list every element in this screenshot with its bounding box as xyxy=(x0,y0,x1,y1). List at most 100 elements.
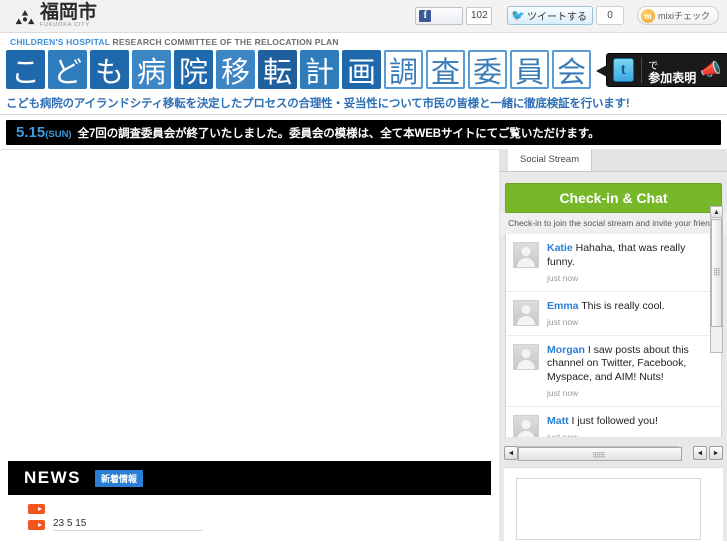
scroll-left-arrow-icon-2[interactable]: ◄ xyxy=(693,446,707,460)
chat-timestamp: just now xyxy=(547,388,579,399)
chat-message-line: Matt I just followed you! xyxy=(547,415,713,429)
panel-spacer xyxy=(500,172,727,183)
chat-message-body: Emma This is really cool. just now xyxy=(547,300,713,327)
title-char-0: こ xyxy=(6,50,45,89)
content-stage-placeholder xyxy=(0,150,499,457)
megaphone-icon: 📣 xyxy=(699,59,722,79)
chat-timestamp: just now xyxy=(547,272,579,283)
city-name-kanji: 福岡市 xyxy=(40,2,98,24)
chat-username[interactable]: Emma xyxy=(547,300,579,312)
chat-username[interactable]: Morgan xyxy=(547,344,585,356)
tab-social-stream[interactable]: Social Stream xyxy=(508,149,593,171)
title-char-8: 画 xyxy=(342,50,381,89)
chat-message: Katie Hahaha, that was really funny. just… xyxy=(506,234,721,292)
twitter-share-widget: 🐦 ツイートする 0 xyxy=(507,6,624,25)
title-char-5: 移 xyxy=(216,50,255,89)
mixi-check-label: mixiチェック xyxy=(658,11,710,21)
orange-arrow-icon xyxy=(28,504,45,514)
banner-line2-main: 参加表明 xyxy=(648,71,697,86)
mixi-check-button[interactable]: m mixiチェック xyxy=(637,6,719,25)
twitter-tweet-button[interactable]: 🐦 ツイートする xyxy=(507,6,593,25)
site-subtitle: CHILDREN'S HOSPITAL RESEARCH COMMITTEE O… xyxy=(0,33,727,48)
chat-message-line: Emma This is really cool. xyxy=(547,300,713,314)
subtitle-highlight: CHILDREN'S HOSPITAL xyxy=(10,37,110,47)
panel-horizontal-scrollbar[interactable]: ◄ ◄ ► xyxy=(504,445,723,461)
user-avatar-icon xyxy=(513,299,539,326)
chat-message-list[interactable]: Katie Hahaha, that was really funny. just… xyxy=(505,234,722,437)
chat-message: Morgan I saw posts about this channel on… xyxy=(506,336,721,408)
subtitle-rest: RESEARCH COMMITTEE OF THE RELOCATION PLA… xyxy=(112,37,339,47)
chat-timestamp: just now xyxy=(547,316,579,327)
news-title: NEWS xyxy=(24,468,81,487)
checkin-subtitle: Check-in to join the social stream and i… xyxy=(500,213,727,234)
page-body: NEWS 新着情報 23 5 15 Social Stream Check-in… xyxy=(0,149,727,541)
notice-date-number: 5.15 xyxy=(16,124,46,141)
facebook-like-button[interactable]: f xyxy=(415,6,464,25)
facebook-like-widget[interactable]: f 102 xyxy=(415,6,493,25)
social-stream-tabs: Social Stream xyxy=(500,149,727,172)
chat-message-body: Katie Hahaha, that was really funny. just… xyxy=(547,242,713,283)
title-char-12: 員 xyxy=(510,50,549,89)
site-title: こども病院移転計画調査委員会 t Twitterで 参加表明する 📣 xyxy=(0,41,727,98)
twitter-participation-banner[interactable]: t Twitterで 参加表明する 📣 xyxy=(595,41,727,98)
twitter-tweet-label: ツイートする xyxy=(527,12,587,23)
news-header: NEWS 新着情報 xyxy=(8,461,491,495)
fukuoka-city-logo[interactable]: 福岡市 FUKUOKA CITY xyxy=(14,3,97,29)
title-char-7: 計 xyxy=(300,50,339,89)
chat-message: Emma This is really cool. just now xyxy=(506,292,721,336)
notice-date: 5.15(SUN) xyxy=(16,124,72,141)
message-input[interactable] xyxy=(516,478,701,540)
news-item[interactable]: 23 5 15 xyxy=(8,516,491,533)
top-bar: 福岡市 FUKUOKA CITY f 102 🐦 ツイートする 0 m mixi… xyxy=(0,0,727,33)
notice-text: 全7回の調査委員会が終了いたしました。委員会の模様は、全て本WEBサイトにてご覧… xyxy=(77,127,600,140)
chat-message-text: I just followed you! xyxy=(568,415,658,428)
title-char-1: ど xyxy=(48,50,87,89)
site-tagline: こども病院のアイランドシティ移転を決定したプロセスの合理性・妥当性について市民の… xyxy=(0,93,727,115)
news-item-text xyxy=(53,509,203,510)
orange-arrow-icon xyxy=(28,519,45,530)
twitter-icon: t xyxy=(613,57,634,82)
message-composer xyxy=(504,467,723,541)
user-avatar-icon xyxy=(513,343,539,370)
chat-message-line: Morgan I saw posts about this channel on… xyxy=(547,344,713,386)
chat-message-body: Morgan I saw posts about this channel on… xyxy=(547,344,713,399)
horizontal-scroll-track[interactable] xyxy=(518,446,682,461)
news-item-text: 23 5 15 xyxy=(53,518,203,531)
banner-line1-main: Twitter xyxy=(648,39,695,57)
news-badge: 新着情報 xyxy=(95,469,144,487)
news-section: NEWS 新着情報 23 5 15 xyxy=(0,461,499,533)
title-char-13: 会 xyxy=(552,50,591,89)
vertical-scroll-thumb[interactable] xyxy=(711,219,722,327)
mixi-icon: m xyxy=(641,8,655,23)
checkin-and-chat-button[interactable]: Check-in & Chat xyxy=(505,183,722,213)
chat-message: Matt I just followed you! just now xyxy=(506,407,721,437)
title-char-4: 院 xyxy=(174,50,213,89)
social-stream-pane: Social Stream Check-in & Chat Check-in t… xyxy=(500,149,727,541)
title-char-2: も xyxy=(90,50,129,89)
title-char-9: 調 xyxy=(384,50,423,89)
twitter-tweet-count: 0 xyxy=(596,6,624,25)
social-share-buttons: f 102 🐦 ツイートする 0 m mixiチェック xyxy=(415,6,719,25)
title-char-11: 委 xyxy=(468,50,507,89)
fukuoka-city-crest-icon xyxy=(14,7,36,29)
notice-bar: 5.15(SUN) 全7回の調査委員会が終了いたしました。委員会の模様は、全て本… xyxy=(6,120,721,145)
chat-timestamp: just now xyxy=(547,432,713,437)
chat-message-body: Matt I just followed you! just now xyxy=(547,415,713,437)
chat-message-text: This is really cool. xyxy=(578,299,665,312)
scroll-up-arrow-icon[interactable]: ▲ xyxy=(711,207,722,218)
scroll-left-arrow-icon[interactable]: ◄ xyxy=(504,446,518,460)
chat-username[interactable]: Matt xyxy=(547,415,569,427)
news-item[interactable] xyxy=(8,502,491,516)
city-name-roman: FUKUOKA CITY xyxy=(40,22,90,29)
scroll-right-arrow-icon[interactable]: ► xyxy=(709,446,723,460)
facebook-like-count: 102 xyxy=(466,6,493,25)
main-content-pane: NEWS 新着情報 23 5 15 xyxy=(0,149,500,541)
chat-vertical-scrollbar[interactable]: ▲ xyxy=(710,206,723,353)
chat-username[interactable]: Katie xyxy=(547,242,573,254)
news-list: 23 5 15 xyxy=(8,495,491,533)
title-char-3: 病 xyxy=(132,50,171,89)
title-char-6: 転 xyxy=(258,50,297,89)
notice-date-day: (SUN) xyxy=(45,129,72,140)
horizontal-scroll-thumb[interactable] xyxy=(518,447,682,461)
user-avatar-icon xyxy=(513,242,539,268)
